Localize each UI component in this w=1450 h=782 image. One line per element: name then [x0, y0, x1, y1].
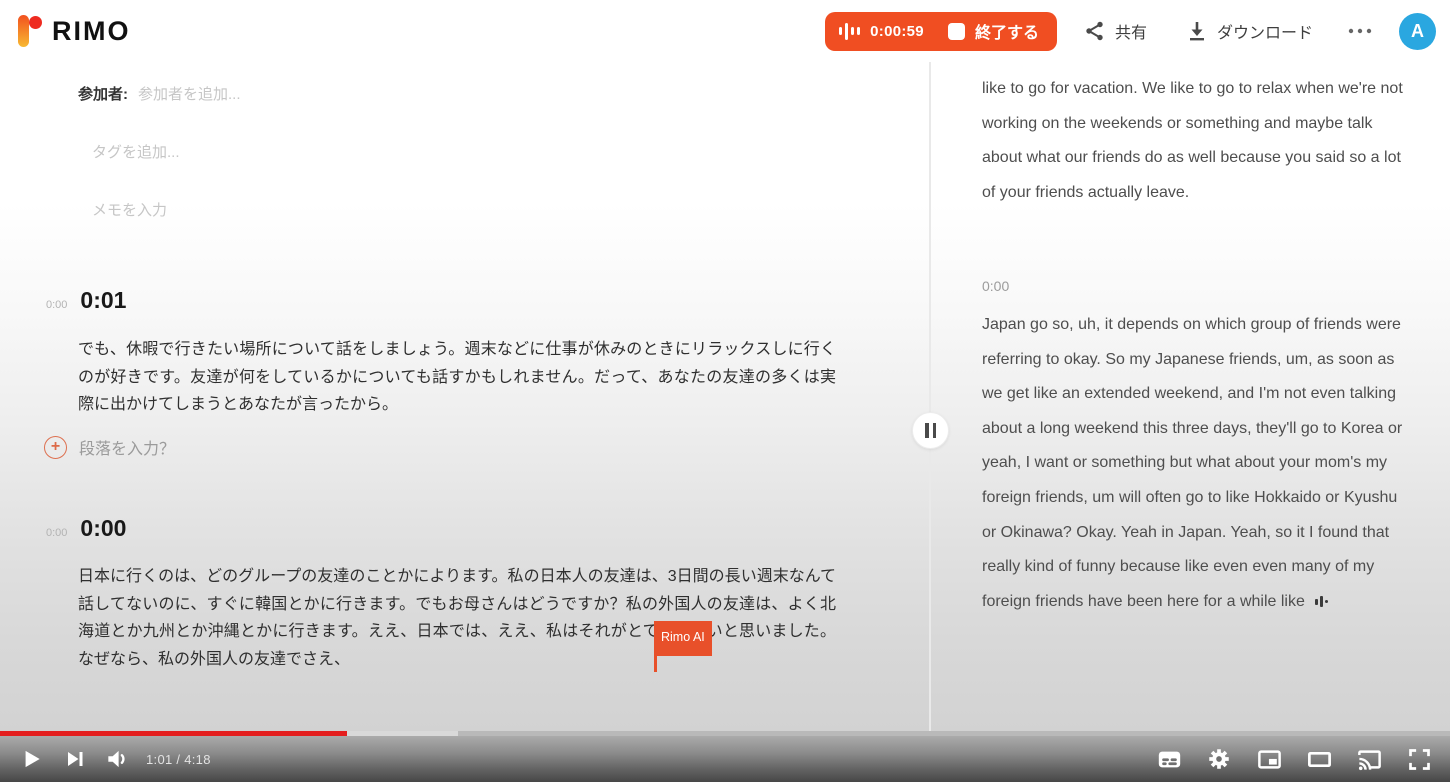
participants-input[interactable]: 参加者を追加... [138, 83, 241, 104]
cast-icon [1356, 746, 1383, 773]
participants-label: 参加者: [78, 83, 128, 104]
pause-bars-icon [925, 423, 929, 438]
english-paragraph[interactable]: like to go for vacation. We like to go t… [982, 72, 1414, 210]
download-icon [1185, 19, 1209, 43]
share-button[interactable]: 共有 [1083, 19, 1147, 43]
memo-row: メモを入力 [92, 199, 167, 220]
participants-row: 参加者: 参加者を追加... [78, 83, 241, 104]
rimo-logo-text: RIMO [52, 16, 131, 47]
captions-button[interactable] [1154, 744, 1184, 774]
next-button[interactable] [60, 744, 90, 774]
download-button[interactable]: ダウンロード [1185, 19, 1313, 43]
panel-divider-line [929, 62, 931, 737]
rimo-ai-cursor-label: Rimo AI [654, 621, 712, 656]
japanese-paragraph-wrapper: 日本に行くのは、どのグループの友達のことかによります。私の日本人の友達は、3日間… [78, 563, 836, 673]
avatar-letter: A [1411, 21, 1424, 42]
memo-input[interactable]: メモを入力 [92, 199, 167, 220]
recording-timer: 0:00:59 [870, 23, 924, 40]
miniplayer-button[interactable] [1254, 744, 1284, 774]
rimo-ai-cursor-caret [654, 644, 657, 672]
player-time-display: 1:01 / 4:18 [146, 752, 211, 767]
add-paragraph-label: 段落を入力？ [79, 435, 175, 459]
share-label: 共有 [1115, 19, 1147, 43]
panel-divider-handle[interactable] [912, 412, 949, 449]
segment-time-button[interactable]: 0:00 [80, 515, 126, 542]
tags-input[interactable]: タグを追加... [92, 141, 180, 162]
rimo-app-video-frame: RIMO 0:00:59 終了する 共有 [0, 0, 1450, 782]
play-button[interactable] [16, 744, 46, 774]
cast-button[interactable] [1354, 744, 1384, 774]
tags-row: タグを追加... [92, 141, 180, 162]
share-icon [1083, 19, 1107, 43]
english-paragraph[interactable]: Japan go so, uh, it depends on which gro… [982, 316, 1402, 610]
user-avatar[interactable]: A [1399, 13, 1436, 50]
rimo-logo[interactable]: RIMO [16, 13, 131, 49]
more-menu-button[interactable] [1347, 26, 1373, 36]
theater-icon [1306, 746, 1333, 773]
miniplayer-icon [1256, 746, 1283, 773]
volume-button[interactable] [102, 744, 132, 774]
end-recording-label: 終了する [975, 19, 1039, 43]
segment-time-small: 0:00 [46, 527, 67, 539]
segment-timestamp-row: 0:00 0:00 [46, 515, 126, 542]
theater-mode-button[interactable] [1304, 744, 1334, 774]
rimo-logo-icon [16, 13, 42, 49]
download-label: ダウンロード [1217, 19, 1313, 43]
segment-time-small: 0:00 [46, 299, 67, 311]
more-icon [1347, 26, 1373, 36]
segment-time-button[interactable]: 0:01 [80, 287, 126, 314]
japanese-paragraph[interactable]: 日本に行くのは、どのグループの友達のことかによります。私の日本人の友達は、3日間… [78, 568, 836, 668]
settings-button[interactable] [1204, 744, 1234, 774]
next-icon [63, 747, 87, 771]
captions-icon [1156, 746, 1183, 773]
player-right-controls [1154, 744, 1434, 774]
app-header: RIMO 0:00:59 終了する 共有 [0, 0, 1450, 62]
play-icon [18, 746, 44, 772]
settings-icon [1206, 746, 1232, 772]
fullscreen-button[interactable] [1404, 744, 1434, 774]
japanese-paragraph[interactable]: でも、休暇で行きたい場所について話をしましょう。週末などに仕事が休みのときにリラ… [78, 336, 836, 419]
segment-timestamp-row: 0:00 0:01 [46, 287, 126, 314]
fullscreen-icon [1406, 746, 1433, 773]
stop-icon [948, 23, 965, 40]
audio-playing-icon [1315, 596, 1328, 607]
english-paragraph-wrapper: Japan go so, uh, it depends on which gro… [982, 308, 1414, 619]
volume-icon [104, 746, 130, 772]
end-recording-button[interactable]: 0:00:59 終了する [825, 12, 1057, 51]
video-controls-bar: 1:01 / 4:18 [0, 736, 1450, 782]
add-paragraph-button[interactable]: + 段落を入力？ [44, 435, 175, 459]
plus-icon: + [44, 436, 67, 459]
header-actions: 0:00:59 終了する 共有 ダウンロード [825, 12, 1436, 51]
recording-waveform-icon [839, 23, 860, 40]
english-segment-timestamp[interactable]: 0:00 [982, 278, 1009, 294]
